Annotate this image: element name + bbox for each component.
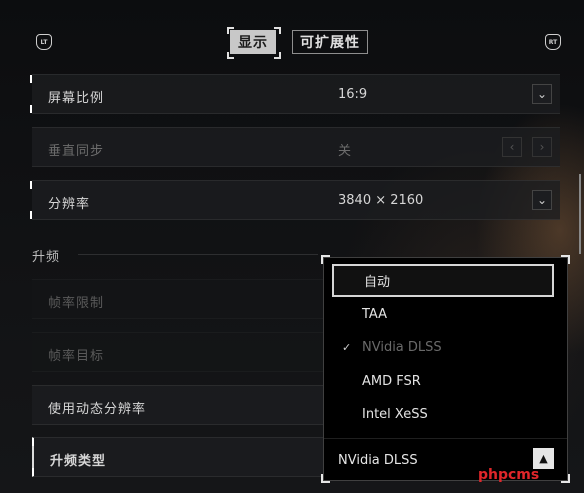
row-edge-marker (30, 181, 32, 189)
tab-corner-bracket (227, 27, 234, 34)
setting-value: 关 (338, 144, 352, 159)
option-label: TAA (362, 307, 388, 322)
row-edge-marker (30, 75, 32, 83)
dropdown-corner-bracket (561, 474, 570, 483)
setting-label: 分辨率 (48, 197, 91, 212)
setting-value: 16:9 (338, 87, 368, 102)
option-label: NVidia DLSS (362, 340, 442, 355)
tab-display[interactable]: 显示 (230, 30, 276, 54)
chevron-down-icon[interactable]: ⌄ (532, 84, 552, 104)
option-label: AMD FSR (362, 374, 421, 389)
dropdown-corner-bracket (321, 255, 330, 264)
setting-label: 屏幕比例 (48, 91, 105, 106)
setting-label: 使用动态分辨率 (48, 402, 147, 417)
lt-trigger-icon[interactable]: LT (36, 34, 52, 50)
option-label: Intel XeSS (362, 407, 428, 422)
tab-corner-bracket (274, 27, 281, 34)
setting-label: 帧率限制 (48, 296, 105, 311)
chevron-up-icon[interactable]: ▲ (533, 448, 554, 469)
checkmark-icon: ✓ (342, 341, 352, 354)
rt-trigger-icon[interactable]: RT (545, 34, 561, 50)
chevron-right-icon[interactable]: › (532, 137, 552, 157)
setting-row-resolution[interactable]: 分辨率 3840 × 2160 ⌄ (30, 180, 560, 220)
row-edge-marker (30, 105, 32, 113)
upscale-type-dropdown[interactable]: 自动 TAA ✓ NVidia DLSS AMD FSR Intel XeSS … (321, 255, 570, 483)
tab-corner-bracket (227, 52, 234, 59)
dropdown-option-amd-fsr[interactable]: AMD FSR (332, 365, 554, 398)
watermark-text: phpcms (478, 467, 540, 483)
row-edge-marker (32, 438, 34, 446)
row-edge-marker (32, 468, 34, 476)
dropdown-corner-bracket (321, 474, 330, 483)
tab-corner-bracket (274, 52, 281, 59)
setting-value: 3840 × 2160 (338, 193, 424, 208)
setting-row-aspect-ratio[interactable]: 屏幕比例 16:9 ⌄ (30, 74, 560, 114)
setting-label: 帧率目标 (48, 349, 105, 364)
setting-label: 垂直同步 (48, 144, 105, 159)
dropdown-option-taa[interactable]: TAA (332, 298, 554, 331)
scrollbar-thumb[interactable] (579, 174, 581, 254)
dropdown-option-auto[interactable]: 自动 (332, 264, 554, 297)
setting-label: 升频类型 (50, 454, 107, 469)
setting-row-vsync[interactable]: 垂直同步 关 ‹ › (32, 127, 560, 167)
dropdown-option-nvidia-dlss[interactable]: ✓ NVidia DLSS (332, 331, 554, 364)
section-divider (78, 254, 318, 255)
section-title-upscaling: 升频 (32, 250, 61, 265)
dropdown-option-intel-xess[interactable]: Intel XeSS (332, 398, 554, 431)
dropdown-current-value: NVidia DLSS (338, 453, 418, 468)
dropdown-divider (324, 438, 567, 439)
option-label: 自动 (364, 275, 391, 290)
chevron-down-icon[interactable]: ⌄ (532, 190, 552, 210)
chevron-left-icon[interactable]: ‹ (502, 137, 522, 157)
dropdown-corner-bracket (561, 255, 570, 264)
tab-scalability[interactable]: 可扩展性 (292, 30, 368, 54)
row-edge-marker (30, 211, 32, 219)
